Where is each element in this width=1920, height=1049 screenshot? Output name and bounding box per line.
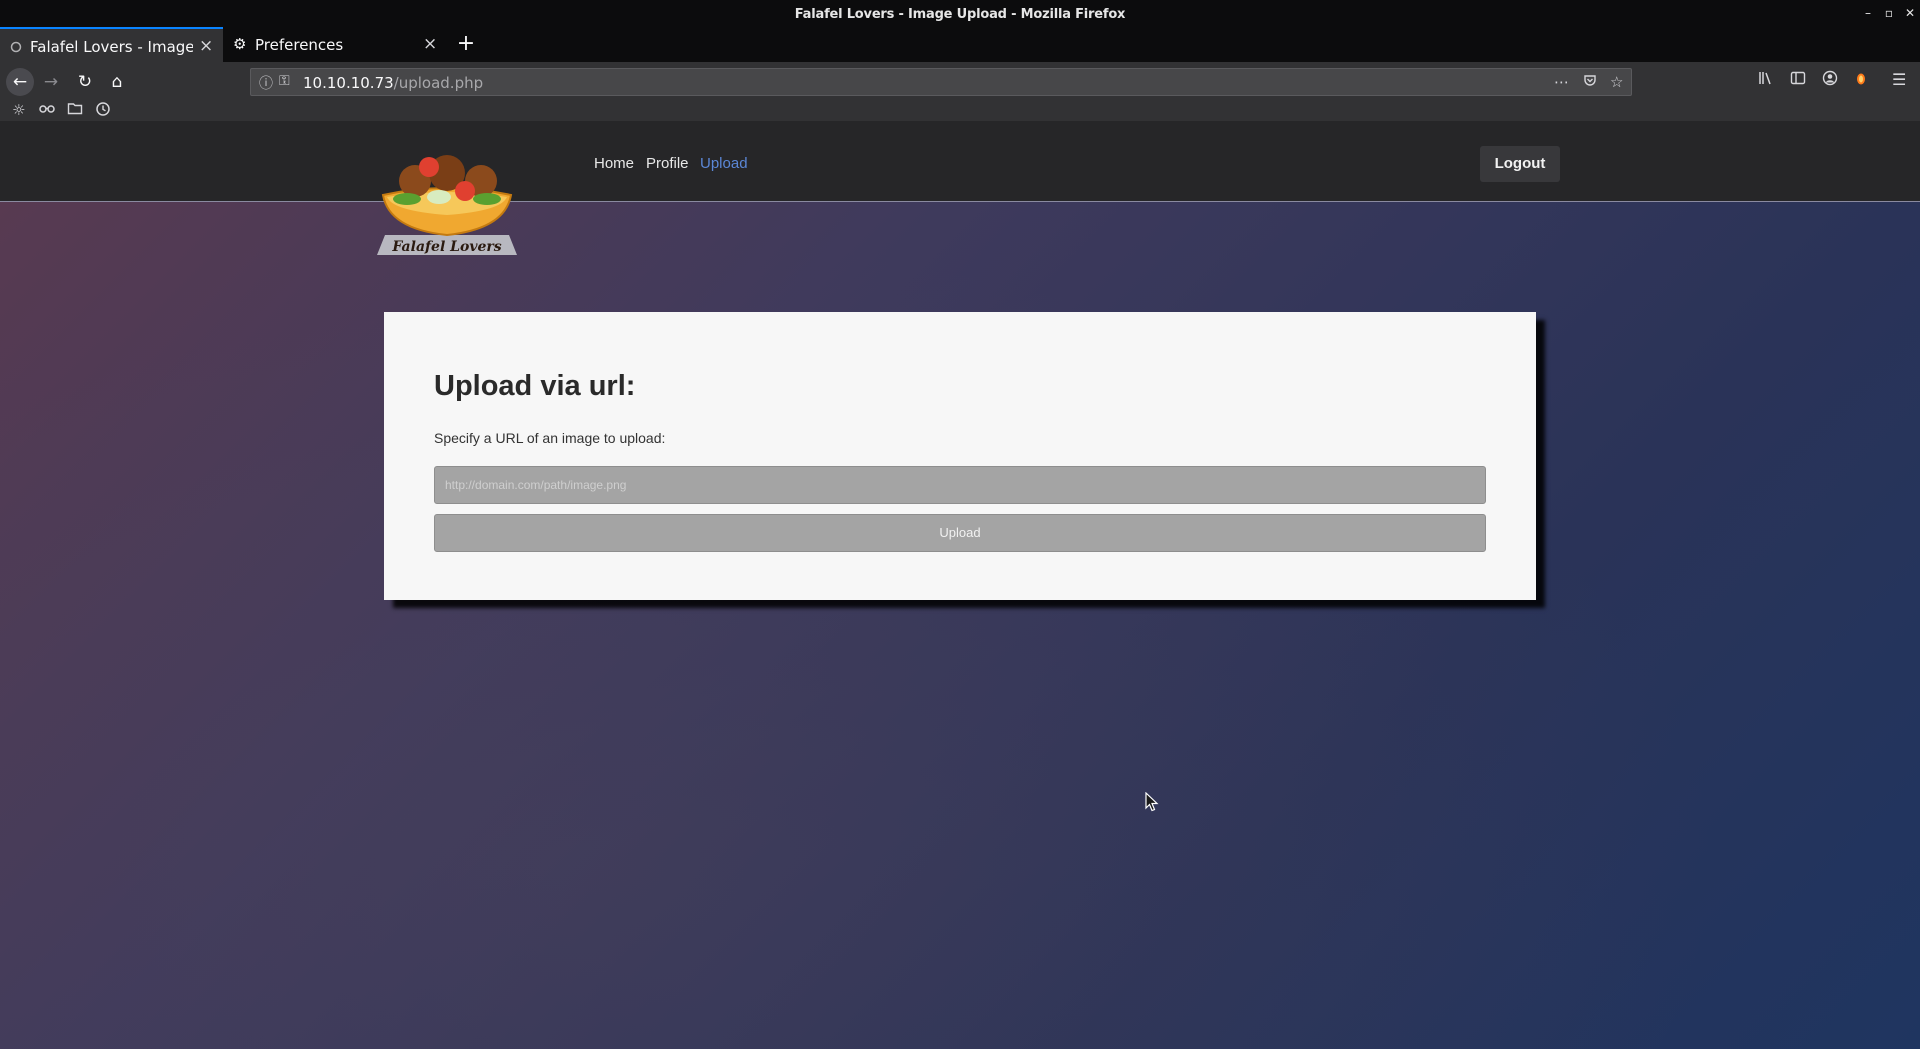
home-button[interactable]: ⌂ [103,68,131,96]
upload-card: Upload via url: Specify a URL of an imag… [384,312,1536,600]
forward-button[interactable]: → [37,68,65,96]
upload-button[interactable]: Upload [434,514,1486,552]
url-host: 10.10.10.73 [303,74,394,92]
pocket-icon[interactable] [1583,73,1597,91]
info-icon[interactable]: ⓘ [259,73,273,93]
reload-button[interactable]: ↻ [71,68,99,96]
close-window-button[interactable]: ✕ [1902,5,1918,21]
close-tab-icon[interactable]: × [199,36,213,56]
nav-link-upload[interactable]: Upload [700,155,748,172]
nav-link-profile[interactable]: Profile [646,155,689,172]
close-tab-icon[interactable]: × [423,34,437,54]
arrow-left-icon: ← [12,72,28,92]
window-titlebar: Falafel Lovers - Image Upload - Mozilla … [0,0,1920,27]
logo-text: Falafel Lovers [391,239,501,255]
site-favicon-icon [10,39,22,57]
maximize-button[interactable]: ▫ [1881,5,1897,21]
folder-icon[interactable] [67,101,83,119]
tab-preferences[interactable]: ⚙ Preferences × [223,27,446,62]
minimize-button[interactable]: – [1860,5,1876,21]
falafel-lovers-logo[interactable]: Falafel Lovers [377,151,517,259]
arrow-right-icon: → [43,72,59,92]
nav-link-home[interactable]: Home [594,155,634,172]
url-text: 10.10.10.73/upload.php [303,74,483,92]
bookmarks-toolbar: ☼ [0,101,1920,121]
key-icon[interactable]: ⚿ [279,73,290,89]
clock-icon[interactable] [95,101,111,121]
url-bar[interactable]: ⓘ ⚿ 10.10.10.73/upload.php ⋯ ☆ [250,68,1632,96]
tab-bar: Falafel Lovers - Image Up × ⚙ Preference… [0,27,1920,62]
sidebar-icon[interactable] [1790,70,1806,90]
window-title: Falafel Lovers - Image Upload - Mozilla … [794,7,1126,22]
tab-falafel-upload[interactable]: Falafel Lovers - Image Up × [0,27,223,62]
new-tab-button[interactable]: + [456,31,476,57]
logout-button[interactable]: Logout [1480,146,1560,182]
glasses-icon[interactable] [39,101,55,119]
star-icon[interactable]: ☆ [1610,73,1623,91]
library-icon[interactable] [1758,70,1774,90]
site-navbar: Home Profile Upload Logout [0,121,1920,202]
back-button[interactable]: ← [6,68,34,96]
extension-icon[interactable] [1855,70,1867,90]
url-path: /upload.php [393,74,484,92]
gear-icon: ⚙ [233,35,247,53]
ellipsis-icon[interactable]: ⋯ [1554,73,1569,91]
home-icon: ⌂ [111,72,123,92]
mouse-cursor-icon [1145,792,1159,812]
page-content: Home Profile Upload Logout Falafel Lover… [0,121,1920,1049]
gear-icon[interactable]: ☼ [12,101,25,119]
image-url-input[interactable] [434,466,1486,504]
account-icon[interactable] [1822,70,1838,90]
hamburger-menu-icon[interactable]: ☰ [1892,70,1906,89]
tab-label: Falafel Lovers - Image Up [30,38,193,56]
tab-label: Preferences [255,36,344,54]
reload-icon: ↻ [77,72,93,92]
upload-description: Specify a URL of an image to upload: [434,430,666,446]
upload-heading: Upload via url: [434,370,636,402]
